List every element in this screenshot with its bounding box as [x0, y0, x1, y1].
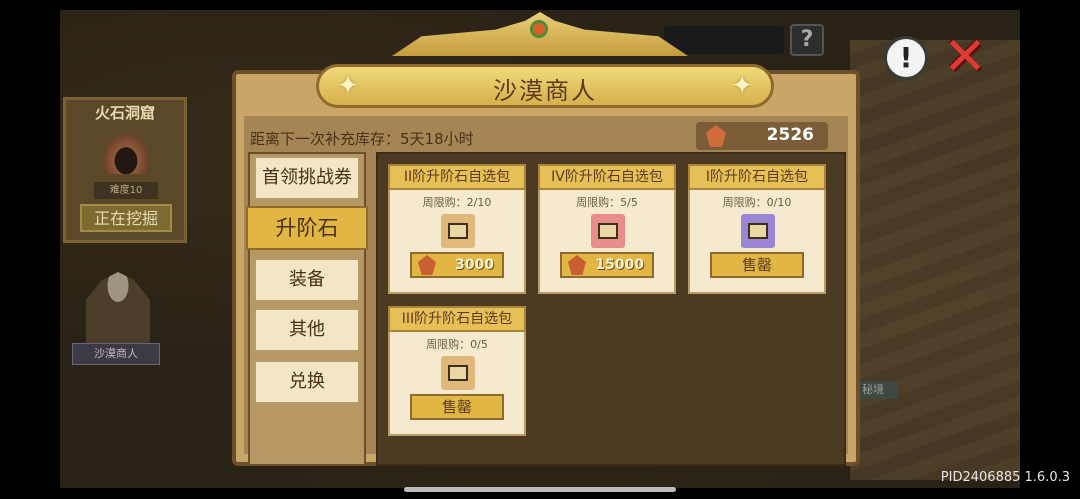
item-weekly-limit: 周限购：2/10	[422, 196, 492, 209]
cave-title: 火石洞窟	[94, 104, 155, 122]
notice-button[interactable]: !	[884, 36, 928, 80]
flint-stone-icon	[568, 255, 586, 275]
top-counter	[664, 26, 784, 54]
flint-stone-icon	[418, 255, 436, 275]
close-button[interactable]: ✕	[940, 31, 990, 83]
item-grid: II阶升阶石自选包 周限购：2/10 3000 IV阶升阶石自选包 周限购：5/…	[376, 152, 846, 466]
item-weekly-limit: 周限购：5/5	[576, 196, 638, 209]
item-weekly-limit: 周限购：0/10	[722, 196, 792, 209]
map-background-right	[850, 40, 1020, 480]
buy-button[interactable]: 3000	[410, 252, 504, 278]
buy-button[interactable]: 15000	[560, 252, 654, 278]
stone-pack-icon	[591, 214, 625, 248]
restock-timer: 距离下一次补充库存：5天18小时	[250, 130, 474, 148]
item-weekly-limit: 周限购：0/5	[426, 338, 488, 351]
sold-out-button[interactable]: 售罄	[710, 252, 804, 278]
item-title: I阶升阶石自选包	[688, 164, 826, 190]
flint-stone-icon	[706, 125, 726, 147]
tab-boss-tickets[interactable]: 首领挑战券	[254, 156, 360, 200]
shop-title: 沙漠商人	[493, 77, 597, 105]
shop-title-plate: ✦ 沙漠商人 ✦	[316, 64, 774, 108]
shop-item-card[interactable]: II阶升阶石自选包 周限购：2/10 3000	[388, 164, 526, 294]
shop-item-card[interactable]: I阶升阶石自选包 周限购：0/10 售罄	[688, 164, 826, 294]
item-price: 15000	[595, 257, 644, 273]
currency-amount: 2526	[766, 125, 814, 145]
sparkle-icon: ✦	[731, 71, 753, 101]
item-price: 3000	[455, 257, 494, 273]
stone-pack-icon	[441, 214, 475, 248]
stone-pack-icon	[441, 356, 475, 390]
tab-exchange[interactable]: 兑换	[254, 360, 360, 404]
category-tabs: 首领挑战券 升阶石 装备 其他 兑换	[246, 152, 368, 466]
crown-gem-icon	[530, 20, 548, 38]
tab-other[interactable]: 其他	[254, 308, 360, 352]
flint-cave-panel[interactable]: 火石洞窟 难度10 正在挖掘	[63, 97, 187, 243]
tab-equipment[interactable]: 装备	[254, 258, 360, 302]
shop-item-card[interactable]: IV阶升阶石自选包 周限购：5/5 15000	[538, 164, 676, 294]
currency-display: 2526	[696, 122, 828, 150]
shop-item-card[interactable]: III阶升阶石自选包 周限购：0/5 售罄	[388, 306, 526, 436]
item-title: III阶升阶石自选包	[388, 306, 526, 332]
cave-difficulty: 难度10	[94, 182, 158, 199]
help-button[interactable]: ?	[790, 24, 824, 56]
digging-status-button[interactable]: 正在挖掘	[80, 204, 172, 232]
tab-upgrade-stones[interactable]: 升阶石	[246, 206, 368, 250]
item-title: IV阶升阶石自选包	[538, 164, 676, 190]
cave-icon	[100, 130, 152, 174]
build-id: PID2406885 1.6.0.3	[940, 470, 1070, 485]
sold-out-button[interactable]: 售罄	[410, 394, 504, 420]
home-indicator[interactable]	[404, 487, 676, 492]
item-title: II阶升阶石自选包	[388, 164, 526, 190]
stone-pack-icon	[741, 214, 775, 248]
merchant-building-label[interactable]: 沙漠商人	[72, 343, 160, 365]
